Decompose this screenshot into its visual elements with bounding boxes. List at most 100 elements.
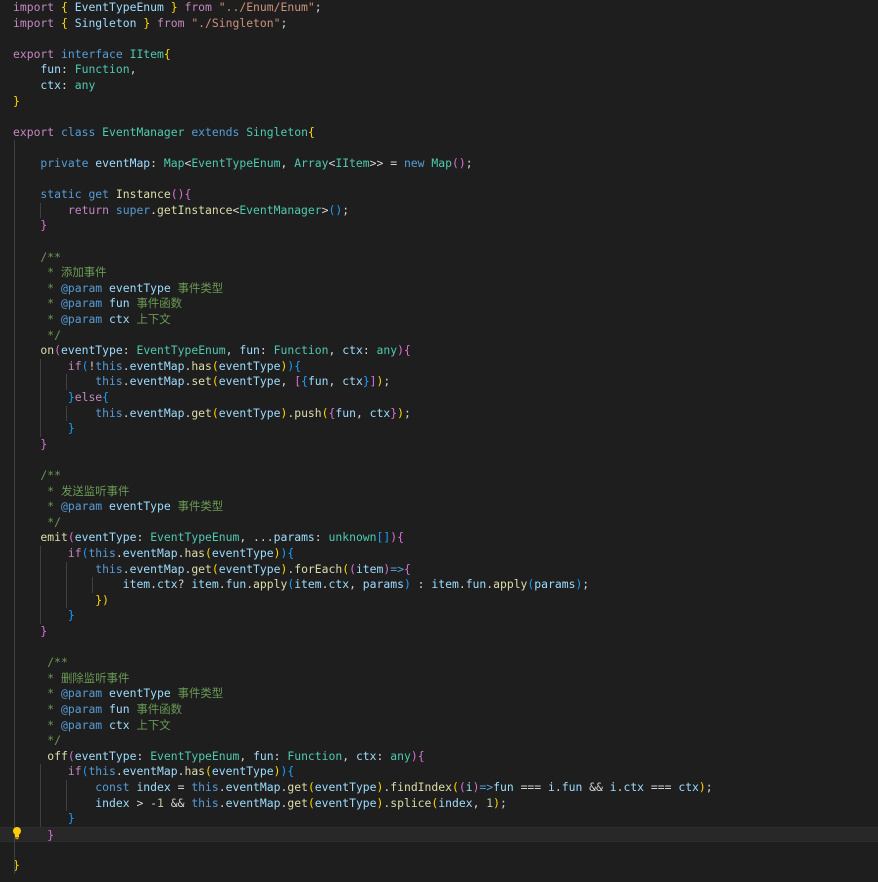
code-line[interactable]: * @param fun 事件函数 xyxy=(0,702,878,718)
code-line[interactable]: emit(eventType: EventTypeEnum, ...params… xyxy=(0,530,878,546)
code-line[interactable]: } xyxy=(0,437,878,453)
code-line[interactable]: */ xyxy=(0,328,878,344)
code-token: * xyxy=(13,717,62,732)
code-line[interactable]: import { EventTypeEnum } from "../Enum/E… xyxy=(0,0,878,16)
code-line[interactable]: * 发送监听事件 xyxy=(0,484,878,500)
code-line[interactable]: } xyxy=(0,608,878,624)
code-token: apply xyxy=(493,577,528,592)
code-line[interactable]: * @param fun 事件函数 xyxy=(0,296,878,312)
code-line[interactable]: const index = this.eventMap.get(eventTyp… xyxy=(0,780,878,796)
code-line[interactable] xyxy=(0,172,878,188)
code-line[interactable]: } xyxy=(0,811,878,827)
code-line[interactable]: * @param eventType 事件类型 xyxy=(0,686,878,702)
code-line[interactable]: export interface IItem{ xyxy=(0,47,878,63)
code-line[interactable]: index > -1 && this.eventMap.get(eventTyp… xyxy=(0,796,878,812)
code-token: ctx xyxy=(342,343,363,358)
code-line[interactable]: return super.getInstance<EventManager>()… xyxy=(0,203,878,219)
code-token: , xyxy=(472,795,487,810)
code-token: > - xyxy=(136,795,158,810)
code-line[interactable]: ctx: any xyxy=(0,78,878,94)
code-token: params xyxy=(534,577,576,592)
code-line[interactable]: if(this.eventMap.has(eventType)){ xyxy=(0,764,878,780)
code-line[interactable]: import { Singleton } from "./Singleton"; xyxy=(0,16,878,32)
code-line[interactable]: off(eventType: EventTypeEnum, fun: Funct… xyxy=(0,749,878,765)
code-token: ctx xyxy=(109,312,137,326)
code-line[interactable]: } xyxy=(0,94,878,110)
code-token: "./Singleton" xyxy=(191,15,281,30)
code-line[interactable]: * @param ctx 上下文 xyxy=(0,718,878,734)
code-token: Array xyxy=(294,156,329,170)
code-line[interactable] xyxy=(0,452,878,468)
code-line[interactable]: static get Instance(){ xyxy=(0,187,878,203)
code-token: ctx xyxy=(342,374,363,389)
code-token: ( xyxy=(307,795,315,810)
code-line[interactable]: this.eventMap.get(eventType).push({fun, … xyxy=(0,406,878,422)
code-line[interactable] xyxy=(0,234,878,250)
code-token: has xyxy=(191,358,212,373)
code-line[interactable]: * @param eventType 事件类型 xyxy=(0,499,878,515)
code-line[interactable]: } xyxy=(0,624,878,640)
code-token: push xyxy=(294,405,322,420)
code-line[interactable]: if(this.eventMap.has(eventType)){ xyxy=(0,546,878,562)
code-line[interactable]: } xyxy=(0,826,878,843)
code-token: ) xyxy=(273,546,281,560)
lightbulb-icon[interactable] xyxy=(11,826,23,840)
code-token: IItem xyxy=(129,46,164,61)
code-line[interactable]: * 删除监听事件 xyxy=(0,671,878,687)
code-line[interactable]: if(!this.eventMap.has(eventType)){ xyxy=(0,359,878,375)
code-line[interactable]: * @param eventType 事件类型 xyxy=(0,281,878,297)
code-token: params xyxy=(362,577,404,592)
code-line[interactable]: * @param ctx 上下文 xyxy=(0,312,878,328)
code-token: @param xyxy=(61,296,110,311)
code-line[interactable] xyxy=(0,640,878,656)
code-line[interactable]: }else{ xyxy=(0,390,878,406)
code-line[interactable] xyxy=(0,842,878,858)
code-token: eventMap xyxy=(95,156,151,170)
indent-guide xyxy=(14,140,15,874)
code-token: fun xyxy=(225,577,247,592)
code-token: ; xyxy=(383,374,391,389)
code-line[interactable]: } xyxy=(0,858,878,874)
code-token: = xyxy=(177,780,192,794)
code-token: , xyxy=(342,748,356,763)
code-line[interactable]: } xyxy=(0,421,878,437)
code-line[interactable]: } xyxy=(0,218,878,234)
code-token: { xyxy=(287,764,295,779)
code-line[interactable]: this.eventMap.set(eventType, [{fun, ctx}… xyxy=(0,374,878,390)
code-token: params xyxy=(273,530,315,545)
code-line[interactable]: export class EventManager extends Single… xyxy=(0,125,878,141)
code-line[interactable]: /** xyxy=(0,250,878,266)
code-token: 上下文 xyxy=(136,717,171,732)
code-line[interactable]: * 添加事件 xyxy=(0,265,878,281)
code-line[interactable]: */ xyxy=(0,515,878,531)
code-token: item xyxy=(355,561,384,576)
code-token: eventMap xyxy=(129,358,185,373)
code-token: . xyxy=(122,374,130,389)
code-line[interactable]: */ xyxy=(0,733,878,749)
code-token: splice xyxy=(390,795,432,810)
code-token: { xyxy=(287,546,295,560)
code-token: index xyxy=(438,795,473,810)
code-token: interface xyxy=(61,46,130,61)
code-line[interactable]: /** xyxy=(0,655,878,671)
code-token: ( xyxy=(211,374,219,389)
code-line[interactable]: on(eventType: EventTypeEnum, fun: Functi… xyxy=(0,343,878,359)
code-line[interactable]: /** xyxy=(0,468,878,484)
code-token: ( xyxy=(321,405,329,420)
code-token: ( xyxy=(67,530,75,545)
code-line[interactable]: }) xyxy=(0,593,878,609)
code-line[interactable] xyxy=(0,109,878,125)
code-line[interactable]: private eventMap: Map<EventTypeEnum, Arr… xyxy=(0,156,878,172)
code-line[interactable]: item.ctx? item.fun.apply(item.ctx, param… xyxy=(0,577,878,593)
code-token: eventMap xyxy=(225,780,281,794)
code-token: */ xyxy=(13,733,62,748)
code-line[interactable] xyxy=(0,140,878,156)
code-token: { xyxy=(301,374,308,389)
code-token: */ xyxy=(13,514,62,529)
code-line[interactable]: fun: Function, xyxy=(0,62,878,78)
code-editor[interactable]: import { EventTypeEnum } from "../Enum/E… xyxy=(0,0,878,882)
code-line[interactable]: this.eventMap.get(eventType).forEach((it… xyxy=(0,562,878,578)
code-token: this xyxy=(95,358,123,373)
code-token: } xyxy=(13,421,75,436)
code-line[interactable] xyxy=(0,31,878,47)
